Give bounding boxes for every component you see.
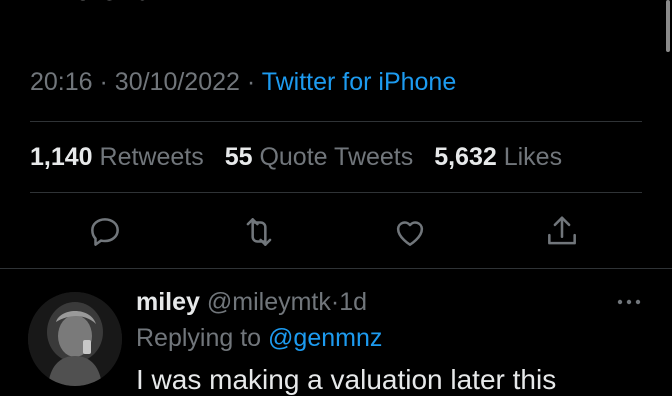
- divider: [0, 268, 672, 269]
- retweet-icon[interactable]: [240, 213, 278, 251]
- reply-separator: ·: [330, 288, 340, 316]
- scrollbar[interactable]: [666, 0, 670, 52]
- tweet-meta: 20:16 · 30/10/2022 · Twitter for iPhone: [30, 68, 456, 97]
- reply-handle[interactable]: @mileymtk: [207, 288, 331, 316]
- replying-to: Replying to @genmnz: [136, 324, 382, 353]
- reply-display-name[interactable]: miley: [136, 288, 200, 316]
- retweets-label: Retweets: [99, 143, 204, 171]
- meta-separator: ·: [246, 68, 256, 96]
- divider: [30, 121, 642, 122]
- meta-separator: ·: [99, 68, 108, 96]
- quote-tweets-label: Quote Tweets: [259, 143, 414, 171]
- avatar[interactable]: [28, 292, 122, 386]
- reply-age: 1d: [339, 288, 368, 316]
- avatar-photo: [28, 292, 122, 386]
- more-options-icon[interactable]: [614, 290, 644, 314]
- replying-to-prefix: Replying to: [136, 324, 262, 352]
- tweet-stats: 1,140 Retweets 55 Quote Tweets 5,632 Lik…: [30, 143, 576, 172]
- share-icon[interactable]: [543, 213, 581, 251]
- likes-stat[interactable]: 5,632 Likes: [434, 143, 562, 171]
- reply-icon[interactable]: [86, 213, 124, 251]
- divider: [30, 192, 642, 193]
- quote-tweets-count: 55: [224, 143, 253, 171]
- reply-header: miley @mileymtk·1d: [136, 288, 367, 317]
- tweet-date: 30/10/2022: [114, 68, 240, 96]
- likes-count: 5,632: [434, 143, 497, 171]
- tweet-text: whole lt: [30, 0, 145, 9]
- likes-label: Likes: [503, 143, 563, 171]
- retweets-count: 1,140: [30, 143, 93, 171]
- tweet-source-link[interactable]: Twitter for iPhone: [262, 68, 457, 96]
- retweets-stat[interactable]: 1,140 Retweets: [30, 143, 204, 171]
- quote-tweets-stat[interactable]: 55 Quote Tweets: [225, 143, 414, 171]
- tweet-time: 20:16: [30, 68, 93, 96]
- like-icon[interactable]: [391, 213, 429, 251]
- replying-to-mention[interactable]: @genmnz: [268, 324, 382, 352]
- reply-text: I was making a valuation later this: [136, 364, 557, 395]
